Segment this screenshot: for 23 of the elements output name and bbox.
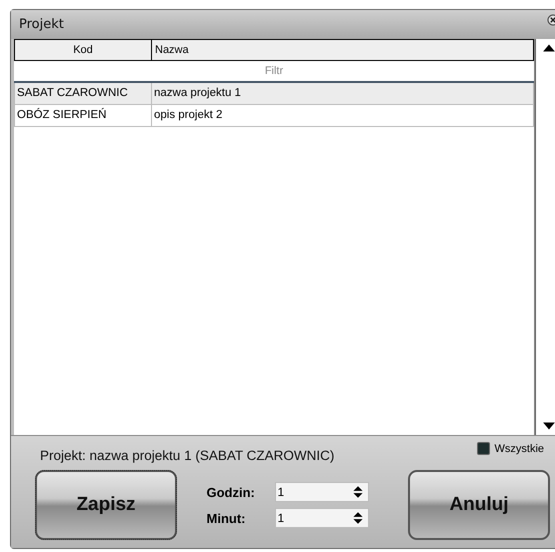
spinner-arrows-icon[interactable] (350, 510, 364, 526)
checkbox[interactable] (476, 442, 490, 455)
table-row[interactable]: SABAT CZAROWNIC nazwa projektu 1 (14, 83, 534, 105)
table-cell: SABAT CZAROWNIC (15, 83, 152, 104)
checkbox-label: Wszystkie (494, 442, 544, 454)
window-title: Projekt (19, 17, 64, 32)
column-header[interactable]: Kod (15, 40, 152, 60)
table-cell-text: opis projekt 2 (153, 108, 224, 123)
scrollbar[interactable] (535, 39, 555, 435)
field-label: Minut: (206, 510, 246, 526)
field-label: Godzin: (206, 484, 256, 500)
project-summary: Projekt: nazwa projektu 1 (SABAT CZAROWNIC) (40, 448, 334, 463)
table-cell-text: nazwa projektu 1 (153, 86, 242, 101)
number-spinner[interactable]: 1 (274, 482, 368, 502)
cancel-button[interactable]: Anuluj (408, 470, 550, 540)
save-button[interactable]: Zapisz (35, 470, 177, 540)
number-spinner[interactable]: 1 (274, 508, 368, 528)
column-header[interactable]: Nazwa (152, 40, 533, 60)
table-row[interactable]: OBÓZ SIERPIEŃ opis projekt 2 (14, 105, 534, 127)
scroll-down-icon[interactable] (542, 420, 555, 432)
table-cell: OBÓZ SIERPIEŃ (15, 105, 152, 126)
spinner-arrows-icon[interactable] (350, 484, 364, 500)
scroll-up-icon[interactable] (542, 42, 555, 54)
